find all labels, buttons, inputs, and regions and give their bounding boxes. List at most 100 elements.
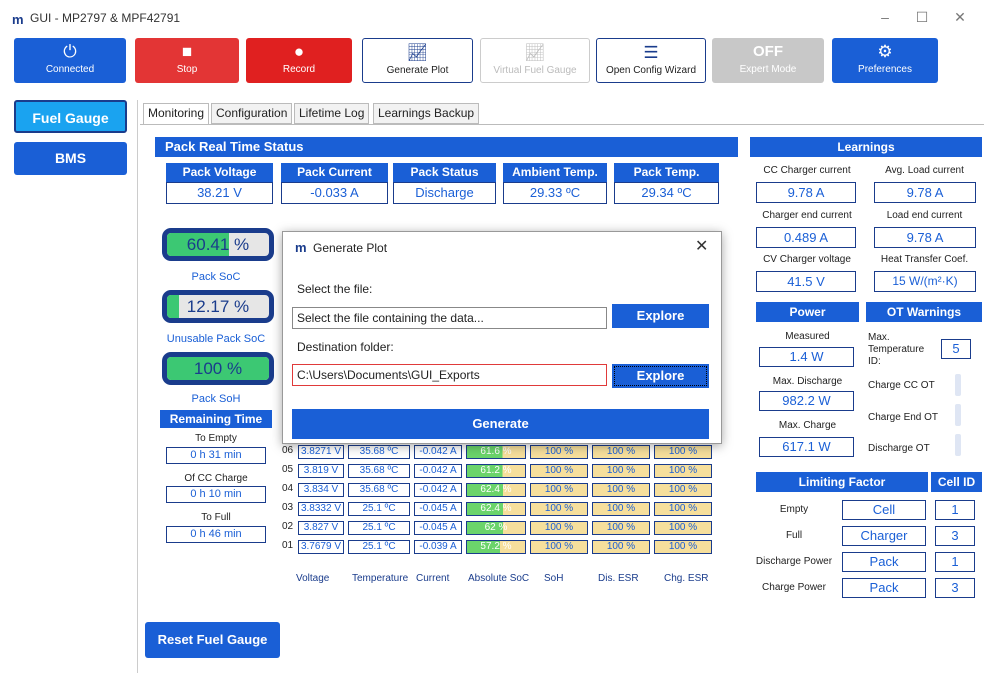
limiting-cell-id-value: 3: [935, 578, 975, 598]
cell-soh-value: 100 %: [530, 540, 588, 554]
minimize-icon[interactable]: –: [870, 6, 900, 28]
cc-charge-label: Of CC Charge: [184, 473, 248, 484]
limiting-factor-value: Pack: [842, 578, 926, 598]
cell-soh-value: 100 %: [530, 445, 588, 459]
cell-soc-value: 62.4 %: [466, 483, 526, 497]
cell-dis-value: 100 %: [592, 464, 650, 478]
load-end-label: Load end current: [886, 210, 963, 221]
cell-soh-value: 100 %: [530, 502, 588, 516]
reset-fuel-gauge-button[interactable]: Reset Fuel Gauge: [145, 622, 280, 658]
cell-column-header: Dis. ESR: [598, 573, 639, 584]
connected-button[interactable]: ⏻ Connected: [14, 38, 126, 83]
cc-charger-label: CC Charger current: [763, 165, 851, 176]
cell-chg-value: 100 %: [654, 464, 712, 478]
tab-monitoring[interactable]: Monitoring: [143, 103, 210, 124]
tab-lifetime-log[interactable]: Lifetime Log: [294, 103, 370, 124]
cell-soc-value: 61.2 %: [466, 464, 526, 478]
stop-button[interactable]: ■ Stop: [135, 38, 239, 83]
cell-temp-value: 25.1 ºC: [348, 540, 410, 554]
destination-folder-label: Destination folder:: [297, 340, 394, 354]
cell-chg-value: 100 %: [654, 521, 712, 535]
load-end-value: 9.78 A: [874, 227, 976, 248]
file-path-input[interactable]: Select the file containing the data...: [292, 307, 607, 329]
cell-dis-value: 100 %: [592, 540, 650, 554]
divider: [137, 100, 138, 673]
close-icon[interactable]: ✕: [695, 236, 708, 256]
learnings-header: Learnings: [750, 137, 982, 157]
max-temp-id-label: Max. Temperature ID:: [868, 332, 925, 367]
limiting-row-label: Full: [785, 530, 803, 541]
pack-soh-gauge: 100 %: [162, 352, 274, 385]
pack-soc-label: Pack SoC: [191, 271, 241, 283]
pack-soh-value: 100 %: [193, 359, 243, 378]
pack-voltage-value: 38.21 V: [166, 182, 273, 204]
cell-soh-value: 100 %: [530, 483, 588, 497]
cell-soh-value: 100 %: [530, 521, 588, 535]
sidebar-item-bms[interactable]: BMS: [14, 142, 127, 175]
virtual-fuel-gauge-button[interactable]: 📈︎ Virtual Fuel Gauge: [480, 38, 590, 83]
limiting-row-label: Charge Power: [762, 582, 826, 593]
warning-indicator-icon: [955, 374, 961, 396]
pack-temp-value: 29.34 ºC: [614, 182, 719, 204]
heat-transfer-label: Heat Transfer Coef.: [880, 254, 969, 265]
tab-learnings-backup[interactable]: Learnings Backup: [373, 103, 480, 124]
explore-file-button[interactable]: Explore: [612, 304, 709, 328]
preferences-button[interactable]: ⚙ Preferences: [832, 38, 938, 83]
cell-temp-value: 35.68 ºC: [348, 464, 410, 478]
cell-table: 06 3.8271 V 35.68 ºC -0.042 A 61.6 % 100 % 100…: [282, 445, 728, 584]
open-config-wizard-button[interactable]: ☰ Open Config Wizard: [596, 38, 706, 83]
record-button[interactable]: ● Record: [246, 38, 352, 83]
cell-soc-value: 62.4 %: [466, 502, 526, 516]
unusable-soc-label: Unusable Pack SoC: [166, 333, 266, 345]
cell-temp-value: 25.1 ºC: [348, 502, 410, 516]
avg-load-value: 9.78 A: [874, 182, 976, 203]
maximize-icon[interactable]: ☐: [907, 6, 937, 28]
cell-temp-value: 35.68 ºC: [348, 445, 410, 459]
measured-label: Measured: [785, 331, 830, 342]
generate-plot-label: Generate Plot: [386, 65, 449, 76]
sidebar-item-fuel-gauge[interactable]: Fuel Gauge: [14, 100, 127, 133]
max-temp-id-value: 5: [941, 339, 971, 359]
charge-cc-ot-label: Charge CC OT: [868, 380, 935, 391]
cell-soc-value: 61.6 %: [466, 445, 526, 459]
ot-warnings-header: OT Warnings: [866, 302, 982, 322]
max-discharge-value: 982.2 W: [759, 391, 854, 411]
tab-configuration[interactable]: Configuration: [211, 103, 293, 124]
cell-voltage-value: 3.819 V: [298, 464, 344, 478]
max-discharge-label: Max. Discharge: [772, 376, 843, 387]
expert-mode-toggle[interactable]: OFF Expert Mode: [712, 38, 824, 83]
tab-divider: [140, 124, 984, 125]
cell-temp-value: 25.1 ºC: [348, 521, 410, 535]
limiting-cell-id-value: 1: [935, 552, 975, 572]
generate-plot-button[interactable]: 📈︎ Generate Plot: [362, 38, 473, 83]
stop-icon: ■: [181, 42, 193, 61]
cell-voltage-value: 3.8271 V: [298, 445, 344, 459]
power-header: Power: [756, 302, 859, 322]
cell-id: 06: [282, 445, 294, 456]
record-icon: ●: [293, 42, 305, 61]
cell-column-header: Absolute SoC: [468, 573, 530, 584]
to-full-label: To Full: [201, 512, 231, 523]
gear-icon: ⚙: [877, 42, 893, 61]
cell-id: 04: [282, 483, 294, 494]
chart-icon: 📈︎: [524, 43, 546, 62]
limiting-factor-value: Cell: [842, 500, 926, 520]
cell-column-header: Current: [416, 573, 450, 584]
pack-voltage-label: Pack Voltage: [166, 163, 273, 182]
cell-voltage-value: 3.7679 V: [298, 540, 344, 554]
close-icon[interactable]: ✕: [945, 6, 975, 28]
destination-folder-input[interactable]: C:\Users\Documents\GUI_Exports: [292, 364, 607, 386]
explore-folder-button[interactable]: Explore: [612, 364, 709, 388]
virtual-fuel-gauge-label: Virtual Fuel Gauge: [493, 65, 577, 76]
cell-soh-value: 100 %: [530, 464, 588, 478]
cell-dis-value: 100 %: [592, 445, 650, 459]
limiting-cell-id-value: 3: [935, 526, 975, 546]
max-charge-value: 617.1 W: [759, 437, 854, 457]
cell-column-header: Voltage: [296, 573, 330, 584]
cell-current-value: -0.042 A: [414, 464, 462, 478]
cell-current-value: -0.045 A: [414, 521, 462, 535]
limiting-row-label: Discharge Power: [755, 556, 833, 567]
limiting-row-label: Empty: [779, 504, 809, 515]
cell-column-header: SoH: [544, 573, 564, 584]
generate-button[interactable]: Generate: [292, 409, 709, 439]
